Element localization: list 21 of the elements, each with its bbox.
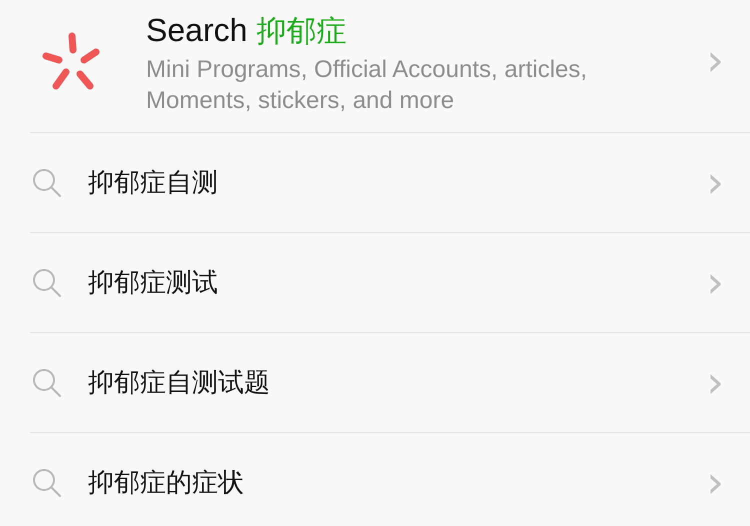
suggestion-item[interactable]: 抑郁症自测 › (30, 133, 750, 233)
search-icon (32, 368, 62, 398)
search-description: Mini Programs, Official Accounts, articles, Moments, stickers, and more (146, 55, 588, 116)
chevron-icon: › (706, 462, 724, 502)
suggestion-text: 抑郁症自测试题 (88, 367, 271, 400)
chevron-icon: › (706, 162, 724, 202)
suggestion-item[interactable]: 抑郁症的症状 › (30, 433, 750, 526)
suggestion-text: 抑郁症测试 (88, 267, 219, 300)
suggestion-text: 抑郁症自测 (88, 167, 219, 200)
search-icon (32, 168, 62, 198)
search-icon (32, 268, 62, 298)
search-icon (32, 468, 62, 498)
search-label: Search (146, 12, 248, 48)
search-all-row[interactable]: Search 抑郁症 Mini Programs, Official Accounts, articles, Moments, stickers, and more › (30, 0, 750, 133)
suggestion-item[interactable]: 抑郁症测试 › (30, 233, 750, 333)
suggestion-item[interactable]: 抑郁症自测试题 › (30, 333, 750, 433)
chevron-icon: › (706, 262, 724, 302)
chevron-icon: › (706, 362, 724, 402)
suggestion-text: 抑郁症的症状 (88, 467, 245, 500)
search-keyword: 抑郁症 (256, 14, 346, 49)
chevron-icon: › (706, 41, 724, 81)
